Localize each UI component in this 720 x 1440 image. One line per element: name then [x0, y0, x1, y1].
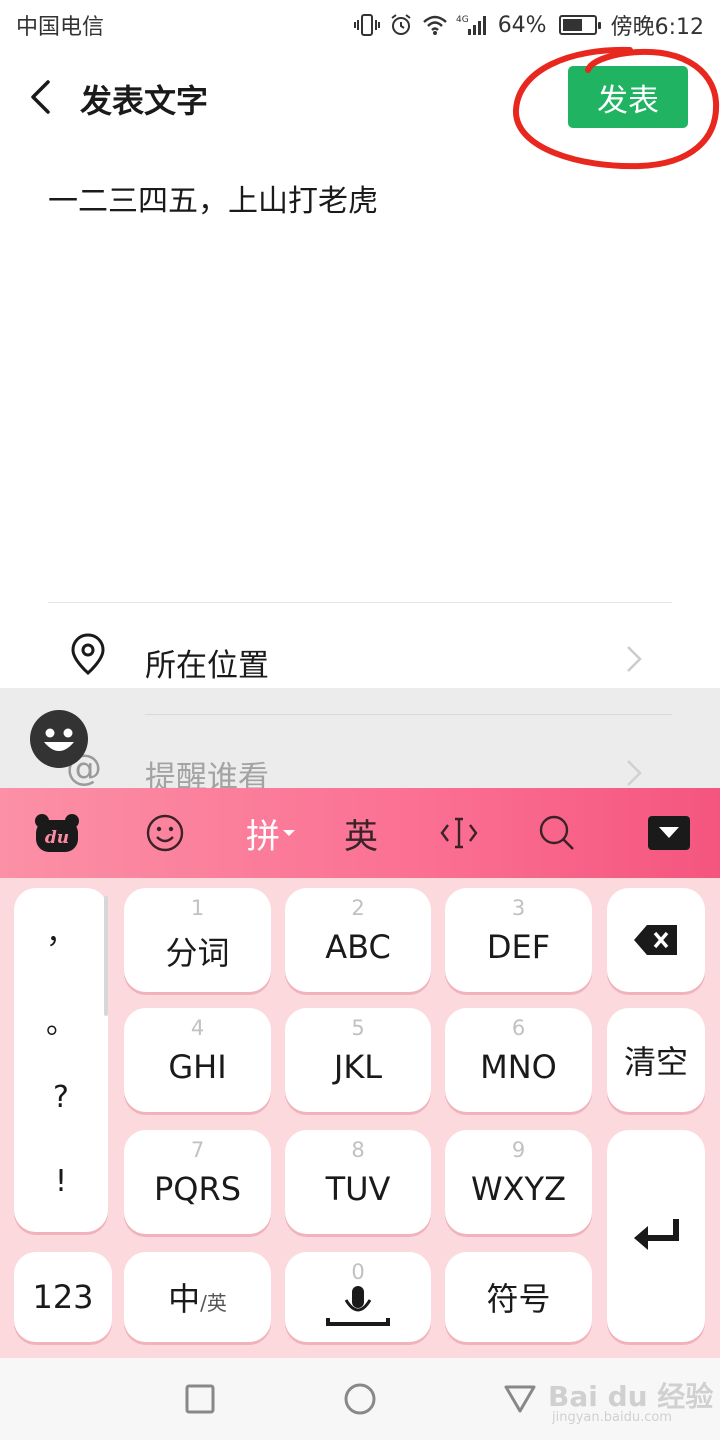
- key-number: 1: [190, 896, 205, 920]
- smiley-icon: [146, 814, 184, 852]
- clock: 傍晚6:12: [610, 15, 704, 40]
- key-label: DEF: [486, 928, 551, 966]
- post-text-content[interactable]: 一二三四五，上山打老虎: [48, 176, 378, 220]
- key-number: 7: [190, 1138, 205, 1162]
- header-bar: 发表文字 发表: [0, 50, 720, 146]
- punct-question[interactable]: ?: [14, 1080, 108, 1115]
- location-row[interactable]: [0, 604, 720, 688]
- pinyin-mode-button[interactable]: 拼: [236, 788, 306, 878]
- key-0-voice[interactable]: 0: [285, 1252, 431, 1342]
- wifi-icon: [422, 12, 448, 38]
- clear-label: 清空: [623, 1043, 688, 1081]
- key-9[interactable]: 9 WXYZ: [445, 1130, 592, 1234]
- key-label: GHI: [168, 1048, 227, 1086]
- back-button[interactable]: [20, 72, 60, 122]
- key-number: 4: [190, 1016, 205, 1040]
- key-6[interactable]: 6 MNO: [445, 1008, 592, 1112]
- cursor-icon: [440, 817, 478, 849]
- emoji-toggle-button[interactable]: [30, 710, 88, 768]
- key-5[interactable]: 5 JKL: [285, 1008, 431, 1112]
- punct-comma[interactable]: ，: [14, 908, 108, 952]
- key-4[interactable]: 4 GHI: [124, 1008, 271, 1112]
- key-number: 8: [351, 1138, 365, 1162]
- chevron-right-icon: [627, 646, 642, 672]
- enter-icon: [634, 1219, 679, 1250]
- language-alt-label: /英: [200, 1290, 227, 1315]
- punct-exclaim[interactable]: !: [14, 1164, 108, 1199]
- battery-icon: [558, 15, 601, 35]
- chevron-right-icon: [627, 760, 642, 786]
- key-number: 9: [511, 1138, 526, 1162]
- signal-icon: 4G: [456, 12, 490, 38]
- key-label: 分词: [165, 934, 230, 972]
- remind-row[interactable]: [0, 688, 720, 788]
- chevron-left-icon: [31, 80, 50, 114]
- backspace-icon: [634, 925, 677, 955]
- location-pin-icon: [71, 633, 105, 675]
- recents-icon[interactable]: [185, 1384, 215, 1414]
- key-label: JKL: [333, 1048, 383, 1086]
- key-1[interactable]: 1 分词: [124, 888, 271, 992]
- backspace-key[interactable]: [607, 888, 705, 992]
- divider: [48, 602, 672, 603]
- publish-button[interactable]: 发表: [568, 66, 688, 128]
- dropdown-arrow-icon: [283, 830, 295, 836]
- battery-percent: 64%: [497, 12, 547, 38]
- key-label: MNO: [480, 1048, 557, 1086]
- symbols-key[interactable]: 符号: [445, 1252, 592, 1342]
- divider: [145, 714, 672, 715]
- watermark-logo: Bai du 经验: [548, 1380, 714, 1413]
- number-mode-key[interactable]: 123: [14, 1252, 112, 1342]
- page-title: 发表文字: [80, 82, 209, 120]
- punct-period[interactable]: 。: [14, 998, 108, 1042]
- key-3[interactable]: 3 DEF: [445, 888, 592, 992]
- punctuation-scrollbar[interactable]: [104, 896, 108, 1016]
- alarm-icon: [388, 12, 414, 38]
- carrier-name: 中国电信: [16, 15, 105, 40]
- smiley-icon: [44, 728, 74, 751]
- status-bar: 中国电信 4G 64% 傍晚6:12: [0, 0, 720, 50]
- key-label: TUV: [325, 1170, 391, 1208]
- key-8[interactable]: 8 TUV: [285, 1130, 431, 1234]
- language-switch-key[interactable]: 中/英: [124, 1252, 271, 1342]
- cursor-move-button[interactable]: [424, 788, 494, 878]
- key-2[interactable]: 2 ABC: [285, 888, 431, 992]
- location-label: 所在位置: [145, 648, 269, 684]
- panda-logo-icon: du: [35, 814, 79, 852]
- english-label: 英: [344, 816, 378, 857]
- collapse-down-icon: [648, 816, 690, 850]
- microphone-icon: [326, 1286, 390, 1326]
- home-icon[interactable]: [343, 1382, 377, 1416]
- enter-key[interactable]: [607, 1130, 705, 1342]
- symbols-label: 符号: [486, 1280, 551, 1318]
- hide-keyboard-button[interactable]: [634, 788, 704, 878]
- language-main-label: 中: [168, 1280, 201, 1318]
- watermark-url: jingyan.baidu.com: [552, 1410, 672, 1425]
- status-icons: 4G 64% 傍晚6:12: [353, 9, 704, 41]
- language-switch-label: 中/英: [124, 1252, 271, 1342]
- key-label: WXYZ: [470, 1170, 567, 1208]
- pinyin-label: 拼: [246, 816, 280, 857]
- keyboard-toolbar: du 拼 英: [0, 788, 720, 878]
- clear-key[interactable]: 清空: [607, 1008, 705, 1112]
- key-label: PQRS: [153, 1170, 242, 1208]
- battery-fill: [562, 19, 582, 31]
- back-nav-icon[interactable]: [503, 1384, 537, 1414]
- vibrate-icon: [353, 12, 380, 38]
- search-button[interactable]: [522, 788, 592, 878]
- punctuation-column[interactable]: ， 。 ? !: [14, 888, 108, 1232]
- search-icon: [539, 815, 574, 850]
- number-mode-label: 123: [32, 1278, 94, 1316]
- svg-text:du: du: [45, 828, 69, 848]
- key-number: 3: [511, 896, 526, 920]
- english-mode-button[interactable]: 英: [326, 788, 396, 878]
- emoji-button[interactable]: [130, 788, 200, 878]
- keyboard-logo-button[interactable]: du: [22, 788, 92, 878]
- key-7[interactable]: 7 PQRS: [124, 1130, 271, 1234]
- key-label: ABC: [325, 928, 391, 966]
- key-number: 2: [351, 896, 365, 920]
- key-number: 5: [351, 1016, 365, 1040]
- key-number: 6: [511, 1016, 526, 1040]
- svg-text:4G: 4G: [456, 15, 469, 25]
